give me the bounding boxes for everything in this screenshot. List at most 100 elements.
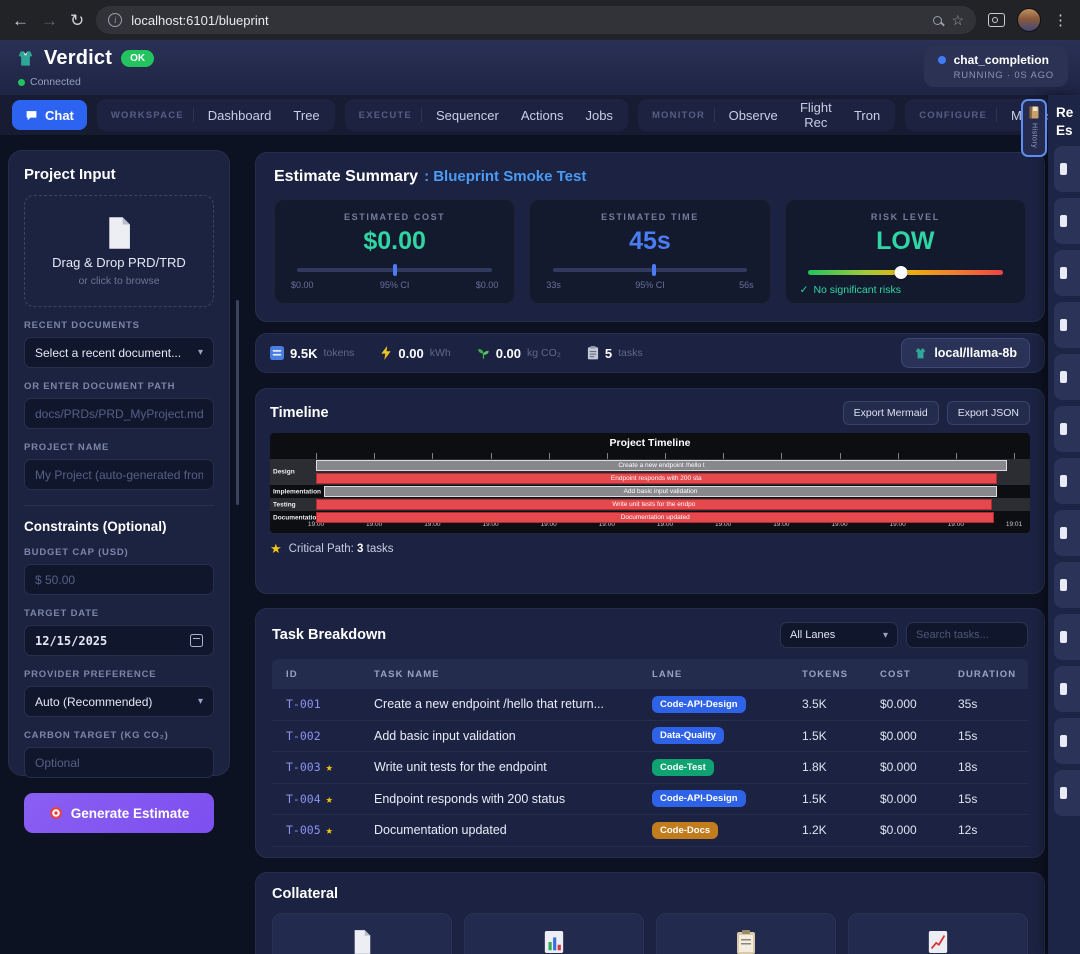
chat-button[interactable]: Chat — [12, 100, 87, 130]
task-duration: 15s — [944, 729, 1028, 743]
nav-item-jobs[interactable]: Jobs — [574, 103, 623, 128]
calendar-icon[interactable] — [190, 634, 203, 647]
profile-avatar[interactable] — [1017, 8, 1041, 32]
recent-estimate-item[interactable] — [1054, 198, 1080, 244]
gantt-tick — [723, 453, 724, 459]
nav-item-tree[interactable]: Tree — [282, 103, 330, 128]
recent-estimate-item[interactable] — [1054, 718, 1080, 764]
recent-estimate-item[interactable] — [1054, 666, 1080, 712]
recent-estimate-item[interactable] — [1054, 562, 1080, 608]
activity-status: RUNNING · 0S AGO — [954, 70, 1054, 81]
recent-estimate-item[interactable] — [1054, 614, 1080, 660]
task-tokens: 1.5K — [788, 729, 866, 743]
recent-estimate-item[interactable] — [1054, 406, 1080, 452]
gantt-bar[interactable]: Write unit tests for the endpo — [316, 499, 992, 510]
collateral-item[interactable] — [464, 913, 644, 954]
stat-kg-CO₂: 0.00kg CO₂ — [477, 346, 561, 361]
nav-item-dashboard[interactable]: Dashboard — [197, 103, 283, 128]
gantt-tick — [1014, 453, 1015, 459]
recent-estimate-item[interactable] — [1054, 146, 1080, 192]
gantt-bar[interactable]: Documentation updated — [316, 512, 994, 523]
bookmark-star-icon[interactable]: ☆ — [951, 13, 964, 27]
bar-chart-icon — [543, 929, 565, 954]
url-text[interactable]: localhost:6101/blueprint — [131, 13, 268, 28]
site-info-icon[interactable] — [108, 13, 122, 27]
scrollbar-thumb[interactable] — [236, 300, 239, 505]
lane-filter-select[interactable]: All Lanes ▾ — [780, 622, 898, 648]
file-dropzone[interactable]: Drag & Drop PRD/TRD or click to browse — [24, 195, 214, 307]
stat-unit: kg CO₂ — [527, 347, 561, 359]
item-bar — [1060, 631, 1067, 643]
nav-item-flight-rec[interactable]: Flight Rec — [789, 95, 843, 135]
activity-name: chat_completion — [954, 53, 1049, 67]
browser-menu-icon[interactable]: ⋮ — [1053, 11, 1068, 29]
estimated-time-card: ESTIMATED TIME 45s 33s 95% CI 56s — [529, 199, 770, 304]
activity-indicator[interactable]: chat_completion RUNNING · 0S AGO — [924, 46, 1068, 87]
model-selector-button[interactable]: local/llama-8b — [901, 338, 1030, 368]
budget-cap-input[interactable] — [24, 564, 214, 595]
generate-estimate-button[interactable]: Generate Estimate — [24, 793, 214, 833]
table-row[interactable]: T-002Add basic input validationData-Qual… — [272, 721, 1028, 753]
recent-estimate-item[interactable] — [1054, 302, 1080, 348]
gantt-bar-label: Documentation updated — [621, 514, 690, 521]
collateral-item[interactable] — [656, 913, 836, 954]
gantt-bar[interactable]: Create a new endpoint /hello t — [316, 460, 1007, 471]
time-label: ESTIMATED TIME — [544, 212, 755, 222]
recent-estimate-item[interactable] — [1054, 770, 1080, 816]
gantt-bar[interactable]: Endpoint responds with 200 sta — [316, 473, 997, 484]
status-badge: OK — [121, 50, 154, 67]
risk-gauge — [808, 270, 1002, 275]
browser-back-icon[interactable]: ← — [12, 12, 29, 29]
nav-item-observe[interactable]: Observe — [718, 103, 789, 128]
table-row[interactable]: T-003★Write unit tests for the endpointC… — [272, 752, 1028, 784]
dropzone-sublabel: or click to browse — [78, 275, 159, 287]
gantt-bar[interactable]: Add basic input validation — [324, 486, 996, 497]
table-row[interactable]: T-005★Documentation updatedCode-Docs1.2K… — [272, 815, 1028, 847]
browser-forward-icon[interactable]: → — [41, 12, 58, 29]
time-ci-high: 56s — [739, 280, 754, 290]
task-search-input[interactable] — [906, 622, 1028, 648]
project-input-panel: Project Input Drag & Drop PRD/TRD or cli… — [8, 150, 230, 776]
export-json-button[interactable]: Export JSON — [947, 401, 1030, 425]
table-row[interactable]: T-001Create a new endpoint /hello that r… — [272, 689, 1028, 721]
address-bar[interactable]: localhost:6101/blueprint ☆ — [96, 6, 976, 34]
carbon-target-input[interactable] — [24, 747, 214, 778]
critical-path-note: ★ Critical Path: 3 tasks — [270, 542, 1030, 555]
recent-documents-select[interactable]: Select a recent document... ▾ — [24, 337, 214, 368]
recent-estimate-item[interactable] — [1054, 458, 1080, 504]
collateral-title: Collateral — [272, 886, 338, 902]
recent-estimate-item[interactable] — [1054, 510, 1080, 556]
search-icon[interactable] — [933, 16, 942, 25]
export-mermaid-button[interactable]: Export Mermaid — [843, 401, 939, 425]
nav-group-label: CONFIGURE — [909, 110, 996, 121]
task-name: Documentation updated — [360, 823, 638, 837]
history-tab[interactable]: History — [1021, 99, 1047, 157]
risk-level-card: RISK LEVEL LOW ✓ No significant risks — [785, 199, 1026, 304]
nav-item-sequencer[interactable]: Sequencer — [425, 103, 510, 128]
document-path-input[interactable] — [24, 398, 214, 429]
task-lane: Code-API-Design — [638, 696, 788, 713]
project-name-input[interactable] — [24, 459, 214, 490]
chevron-down-icon: ▾ — [883, 630, 888, 641]
gantt-tick — [432, 453, 433, 459]
item-bar — [1060, 735, 1067, 747]
provider-preference-label: PROVIDER PREFERENCE — [24, 669, 214, 680]
recent-estimate-item[interactable] — [1054, 354, 1080, 400]
nav-item-tron[interactable]: Tron — [843, 103, 891, 128]
item-bar — [1060, 787, 1067, 799]
nav-group-separator — [714, 108, 715, 122]
target-date-input[interactable]: 12/15/2025 — [24, 625, 214, 656]
target-date-label: TARGET DATE — [24, 608, 214, 619]
table-row[interactable]: T-004★Endpoint responds with 200 statusC… — [272, 784, 1028, 816]
running-dot-icon — [938, 56, 946, 64]
nav-item-actions[interactable]: Actions — [510, 103, 575, 128]
collateral-item[interactable] — [848, 913, 1028, 954]
connection-status: Connected — [18, 76, 81, 88]
provider-preference-select[interactable]: Auto (Recommended) ▾ — [24, 686, 214, 717]
collateral-card: Collateral — [255, 872, 1045, 954]
browser-reload-icon[interactable]: ↻ — [70, 12, 84, 29]
recent-estimate-item[interactable] — [1054, 250, 1080, 296]
tab-search-icon[interactable] — [988, 13, 1005, 27]
collateral-item[interactable] — [272, 913, 452, 954]
recent-estimates-panel[interactable]: Re Es — [1048, 95, 1080, 954]
